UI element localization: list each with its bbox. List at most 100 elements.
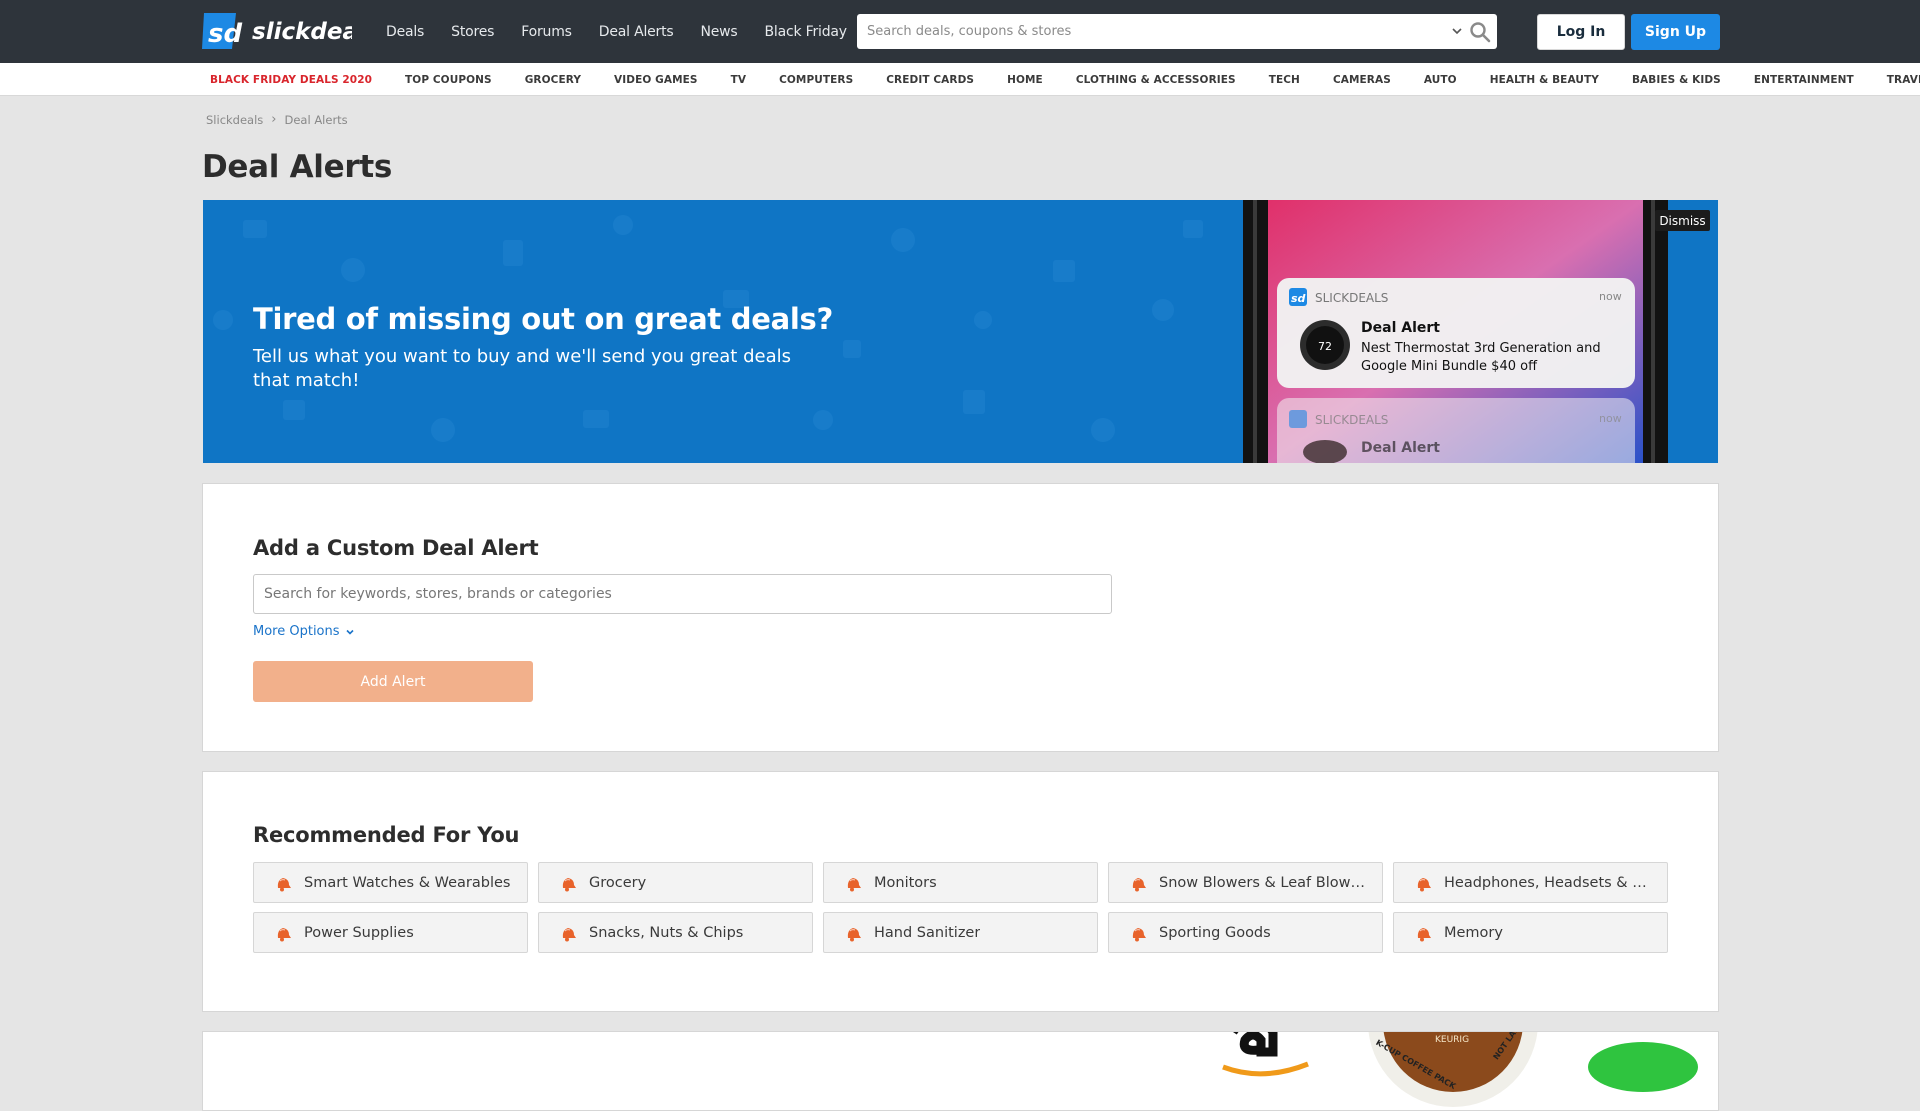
- promo-images: KEURIG K-CUP COFFEE PACK NOT LABELED: [1222, 1032, 1698, 1107]
- notification-app: SLICKDEALS: [1315, 291, 1388, 305]
- bell-icon: [1132, 877, 1146, 891]
- recommended-item[interactable]: Headphones, Headsets & Ea...: [1393, 862, 1668, 903]
- notification-title-2: Deal Alert: [1361, 440, 1440, 456]
- chevron-down-icon: [345, 629, 354, 635]
- more-options-toggle[interactable]: More Options: [253, 624, 356, 639]
- category-clothing[interactable]: CLOTHING & ACCESSORIES: [1076, 74, 1236, 86]
- recommended-grid: Smart Watches & Wearables Grocery Monitors…: [253, 862, 1668, 953]
- bell-icon: [562, 927, 576, 941]
- search-icon[interactable]: [1469, 21, 1491, 43]
- phone-illustration: sd SLICKDEALS now 72 Deal Alert Nest The…: [1243, 200, 1668, 463]
- custom-alert-heading: Add a Custom Deal Alert: [253, 536, 539, 560]
- page-title: Deal Alerts: [202, 149, 392, 185]
- svg-text:sd: sd: [1291, 292, 1306, 305]
- banner-title: Tired of missing out on great deals?: [253, 302, 833, 336]
- recommended-item-label: Power Supplies: [304, 924, 414, 941]
- category-black-friday[interactable]: BLACK FRIDAY DEALS 2020: [210, 74, 372, 86]
- category-video-games[interactable]: VIDEO GAMES: [614, 74, 698, 86]
- recommended-item[interactable]: Memory: [1393, 912, 1668, 953]
- nav-black-friday[interactable]: Black Friday: [765, 24, 848, 40]
- category-entertainment[interactable]: ENTERTAINMENT: [1754, 74, 1854, 86]
- recommended-item-label: Headphones, Headsets & Ea...: [1444, 874, 1654, 891]
- recommended-item[interactable]: Power Supplies: [253, 912, 528, 953]
- recommended-item-label: Hand Sanitizer: [874, 924, 981, 941]
- category-babies-kids[interactable]: BABIES & KIDS: [1632, 74, 1721, 86]
- top-header: sd slickdeals Deals Stores Forums Deal A…: [0, 0, 1920, 63]
- recommended-item-label: Smart Watches & Wearables: [304, 874, 511, 891]
- signup-button[interactable]: Sign Up: [1631, 14, 1720, 50]
- deal-alerts-banner: Tired of missing out on great deals? Tel…: [203, 200, 1718, 463]
- bell-icon: [277, 927, 291, 941]
- recommended-item[interactable]: Smart Watches & Wearables: [253, 862, 528, 903]
- recommended-item[interactable]: Hand Sanitizer: [823, 912, 1098, 953]
- banner-subtitle: Tell us what you want to buy and we'll s…: [253, 346, 791, 391]
- category-grocery[interactable]: GROCERY: [525, 74, 581, 86]
- nav-forums[interactable]: Forums: [521, 24, 572, 40]
- notification-app-2: SLICKDEALS: [1315, 413, 1388, 427]
- recommended-item[interactable]: Grocery: [538, 862, 813, 903]
- category-computers[interactable]: COMPUTERS: [779, 74, 853, 86]
- category-cameras[interactable]: CAMERAS: [1333, 74, 1391, 86]
- notification-body-1: Nest Thermostat 3rd Generation and: [1361, 341, 1601, 356]
- category-health-beauty[interactable]: HEALTH & BEAUTY: [1490, 74, 1599, 86]
- recommended-item-label: Memory: [1444, 924, 1503, 941]
- add-alert-button[interactable]: Add Alert: [253, 661, 533, 702]
- recommended-item-label: Snow Blowers & Leaf Blowers: [1159, 874, 1369, 891]
- category-tv[interactable]: TV: [731, 74, 747, 86]
- amazon-logo: [1222, 1032, 1309, 1077]
- coffee-pod: KEURIG K-CUP COFFEE PACK NOT LABELED: [1368, 1032, 1538, 1107]
- nav-deal-alerts[interactable]: Deal Alerts: [599, 24, 674, 40]
- slickdeals-logo[interactable]: sd slickdeals: [202, 9, 352, 53]
- breadcrumb-home[interactable]: Slickdeals: [206, 113, 263, 127]
- notification-title: Deal Alert: [1361, 320, 1440, 336]
- category-auto[interactable]: AUTO: [1424, 74, 1457, 86]
- bell-icon: [1132, 927, 1146, 941]
- category-top-coupons[interactable]: TOP COUPONS: [405, 74, 492, 86]
- bell-icon: [1417, 927, 1431, 941]
- thermostat-value: 72: [1318, 340, 1332, 353]
- category-travel[interactable]: TRAVEL: [1887, 74, 1920, 86]
- notification-body-2: Google Mini Bundle $40 off: [1361, 359, 1538, 374]
- search-input[interactable]: [857, 14, 1442, 49]
- more-options-label: More Options: [253, 624, 340, 639]
- promo-card: KEURIG K-CUP COFFEE PACK NOT LABELED: [202, 1031, 1719, 1111]
- custom-alert-input[interactable]: [254, 575, 1111, 613]
- recommended-item-label: Sporting Goods: [1159, 924, 1271, 941]
- recommended-heading: Recommended For You: [253, 823, 520, 847]
- notification-time: now: [1599, 290, 1622, 303]
- promo-label-1: KEURIG: [1435, 1035, 1469, 1045]
- category-bar: BLACK FRIDAY DEALS 2020 TOP COUPONS GROC…: [0, 63, 1920, 96]
- bell-icon: [562, 877, 576, 891]
- nav-deals[interactable]: Deals: [386, 24, 424, 40]
- recommended-item[interactable]: Monitors: [823, 862, 1098, 903]
- custom-alert-field: [253, 574, 1112, 614]
- header-search: [857, 14, 1497, 49]
- category-credit-cards[interactable]: CREDIT CARDS: [886, 74, 974, 86]
- recommended-item[interactable]: Snacks, Nuts & Chips: [538, 912, 813, 953]
- bell-icon: [1417, 877, 1431, 891]
- chevron-down-icon[interactable]: [1451, 23, 1463, 39]
- breadcrumb: Slickdeals › Deal Alerts: [206, 112, 348, 127]
- svg-text:sd: sd: [208, 19, 242, 49]
- breadcrumb-current[interactable]: Deal Alerts: [284, 113, 347, 127]
- category-home[interactable]: HOME: [1007, 74, 1043, 86]
- dismiss-button[interactable]: Dismiss: [1655, 210, 1710, 231]
- nav-news[interactable]: News: [701, 24, 738, 40]
- category-tech[interactable]: TECH: [1269, 74, 1300, 86]
- bell-icon: [277, 877, 291, 891]
- recommended-item-label: Monitors: [874, 874, 937, 891]
- recommended-item-label: Snacks, Nuts & Chips: [589, 924, 744, 941]
- recommended-item[interactable]: Sporting Goods: [1108, 912, 1383, 953]
- login-button[interactable]: Log In: [1537, 14, 1625, 50]
- nav-stores[interactable]: Stores: [451, 24, 494, 40]
- recommended-card: Recommended For You Smart Watches & Wear…: [202, 771, 1719, 1012]
- notification-time-2: now: [1599, 412, 1622, 425]
- recommended-item[interactable]: Snow Blowers & Leaf Blowers: [1108, 862, 1383, 903]
- chevron-right-icon: ›: [271, 112, 277, 127]
- bell-icon: [847, 927, 861, 941]
- recommended-item-label: Grocery: [589, 874, 647, 891]
- green-product: [1588, 1042, 1698, 1092]
- main-nav: Deals Stores Forums Deal Alerts News Bla…: [386, 0, 874, 63]
- logo-text: slickdeals: [252, 19, 352, 45]
- custom-alert-card: Add a Custom Deal Alert More Options Add…: [202, 483, 1719, 752]
